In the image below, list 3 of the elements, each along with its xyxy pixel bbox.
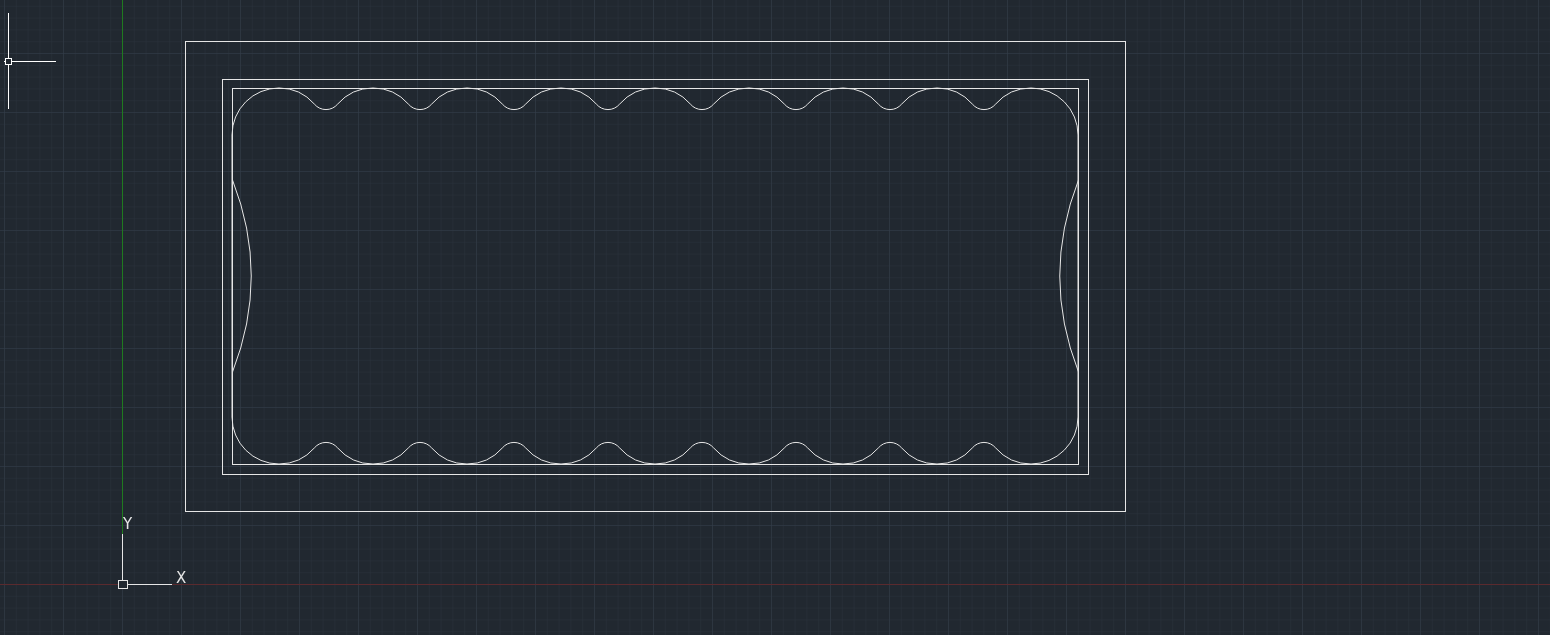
x-axis-label: X <box>176 569 187 587</box>
y-axis-label: Y <box>123 515 133 533</box>
ucs-axes-icon <box>118 533 173 589</box>
